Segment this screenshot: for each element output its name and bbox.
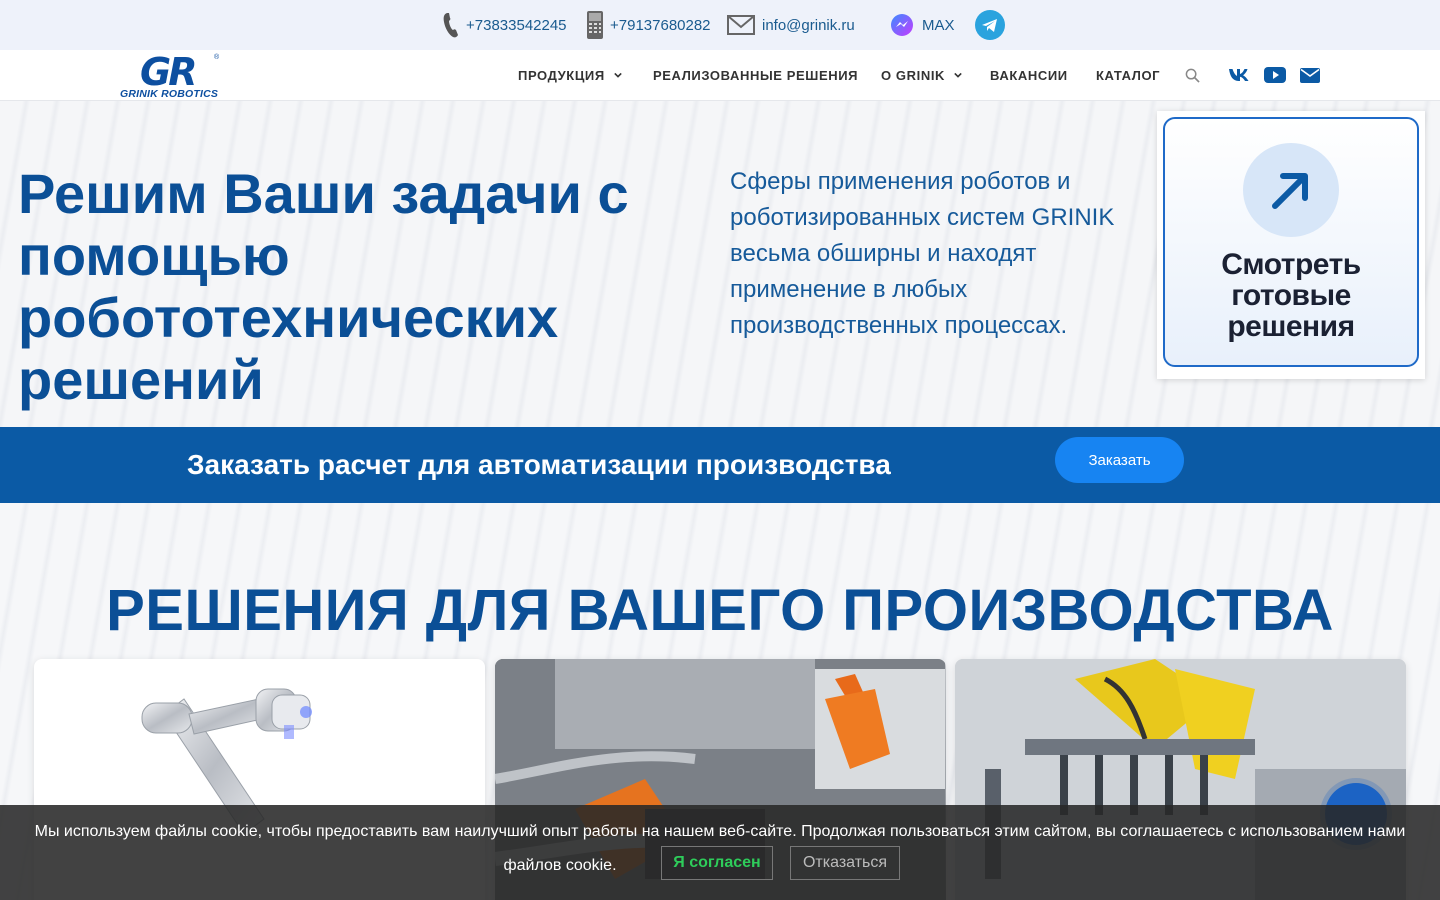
hero-title: Решим Ваши задачи с помощью робототехнич… xyxy=(18,162,629,411)
phone-link-2[interactable]: +79137680282 xyxy=(586,0,711,50)
site-logo[interactable]: GR ® GRINIK ROBOTICS xyxy=(118,52,244,100)
nav-catalog[interactable]: КАТАЛОГ xyxy=(1096,50,1160,100)
cookie-accept-button[interactable]: Я согласен xyxy=(661,846,773,880)
ready-solutions-inner: Смотреть готовые решения xyxy=(1163,117,1419,367)
chevron-down-icon xyxy=(954,72,962,78)
nav-solutions[interactable]: РЕАЛИЗОВАННЫЕ РЕШЕНИЯ xyxy=(653,50,858,100)
nav-label: РЕАЛИЗОВАННЫЕ РЕШЕНИЯ xyxy=(653,67,859,83)
mail-icon xyxy=(727,15,755,35)
cookie-banner: Мы используем файлы cookie, чтобы предос… xyxy=(0,805,1440,900)
phone-number-1: +73833542245 xyxy=(466,16,567,34)
phone-number-2: +79137680282 xyxy=(610,16,711,34)
email-address: info@grinik.ru xyxy=(762,16,855,34)
chevron-down-icon xyxy=(614,72,622,78)
nav-label: О GRINIK xyxy=(881,67,946,83)
nav-vacancies[interactable]: ВАКАНСИИ xyxy=(990,50,1068,100)
order-calculation-band: Заказать расчет для автоматизации произв… xyxy=(0,427,1440,503)
order-button[interactable]: Заказать xyxy=(1055,437,1184,483)
hero-lead: Сферы применения роботов и роботизирован… xyxy=(730,168,1115,339)
nav-label: КАТАЛОГ xyxy=(1096,67,1161,83)
max-messenger-icon xyxy=(890,13,914,37)
phone-icon xyxy=(442,11,462,39)
phone-link-1[interactable]: +73833542245 xyxy=(442,0,567,50)
telegram-icon xyxy=(975,10,1005,40)
logo-text: GRINIK ROBOTICS xyxy=(120,88,219,100)
cookie-decline-button[interactable]: Отказаться xyxy=(790,846,900,880)
cookie-message-line1: Мы используем файлы cookie, чтобы предос… xyxy=(34,823,1406,840)
telegram-link[interactable] xyxy=(975,0,1005,50)
solutions-title: РЕШЕНИЯ ДЛЯ ВАШЕГО ПРОИЗВОДСТВА xyxy=(106,578,1334,643)
nav-label: ПРОДУКЦИЯ xyxy=(518,67,605,83)
youtube-icon[interactable] xyxy=(1264,50,1286,100)
order-calculation-text: Заказать расчет для автоматизации произв… xyxy=(187,449,891,480)
arrow-up-right-icon xyxy=(1243,143,1339,237)
email-icon[interactable] xyxy=(1300,50,1320,100)
search-icon[interactable] xyxy=(1185,50,1200,100)
contact-bar: +73833542245 +79137680282 info@grinik.ru… xyxy=(0,0,1440,50)
logo-registered: ® xyxy=(214,54,220,61)
max-label: MAX xyxy=(922,16,955,34)
site-header: GR ® GRINIK ROBOTICS ПРОДУКЦИЯ РЕАЛИЗОВА… xyxy=(0,50,1440,101)
vk-icon[interactable] xyxy=(1228,50,1250,100)
mobile-phone-icon xyxy=(586,10,604,40)
email-link[interactable]: info@grinik.ru xyxy=(727,0,855,50)
nav-label: ВАКАНСИИ xyxy=(990,67,1068,83)
logo-mark: GR xyxy=(140,50,197,94)
max-messenger-link[interactable]: MAX xyxy=(890,0,955,50)
ready-solutions-card[interactable]: Смотреть готовые решения xyxy=(1157,111,1425,379)
hero-section: Решим Ваши задачи с помощью робототехнич… xyxy=(0,101,1440,427)
nav-products[interactable]: ПРОДУКЦИЯ xyxy=(518,50,622,100)
nav-about[interactable]: О GRINIK xyxy=(881,50,962,100)
cookie-message-line2: файлов cookie. xyxy=(503,857,617,874)
ready-solutions-text: Смотреть готовые решения xyxy=(1221,248,1361,343)
